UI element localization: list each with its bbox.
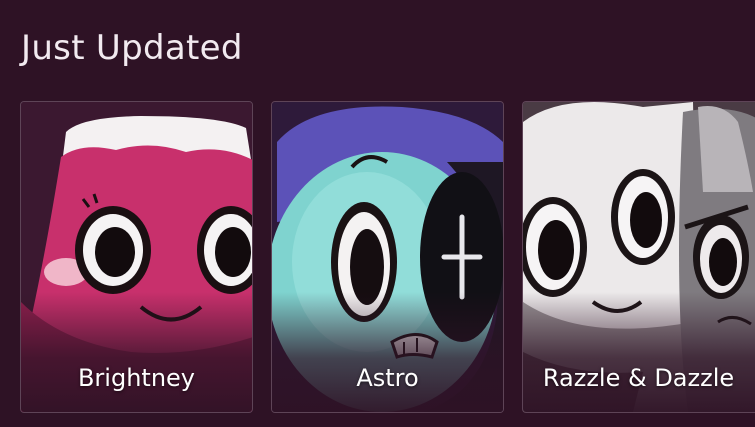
character-card-razzle-dazzle[interactable]: Razzle & Dazzle xyxy=(522,101,755,413)
character-card-row: Brightney Astro Razzle & Dazzle xyxy=(20,101,755,413)
card-label: Razzle & Dazzle xyxy=(542,364,735,392)
character-card-astro[interactable]: Astro xyxy=(271,101,504,413)
section-title: Just Updated xyxy=(21,28,243,68)
card-gradient-overlay xyxy=(21,292,252,412)
card-label: Astro xyxy=(356,364,419,392)
card-label: Brightney xyxy=(77,364,196,392)
card-gradient-overlay xyxy=(272,292,503,412)
card-gradient-overlay xyxy=(523,292,755,412)
just-updated-section: Just Updated Brightney Astro Razzle & Da… xyxy=(0,0,755,427)
character-card-brightney[interactable]: Brightney xyxy=(20,101,253,413)
